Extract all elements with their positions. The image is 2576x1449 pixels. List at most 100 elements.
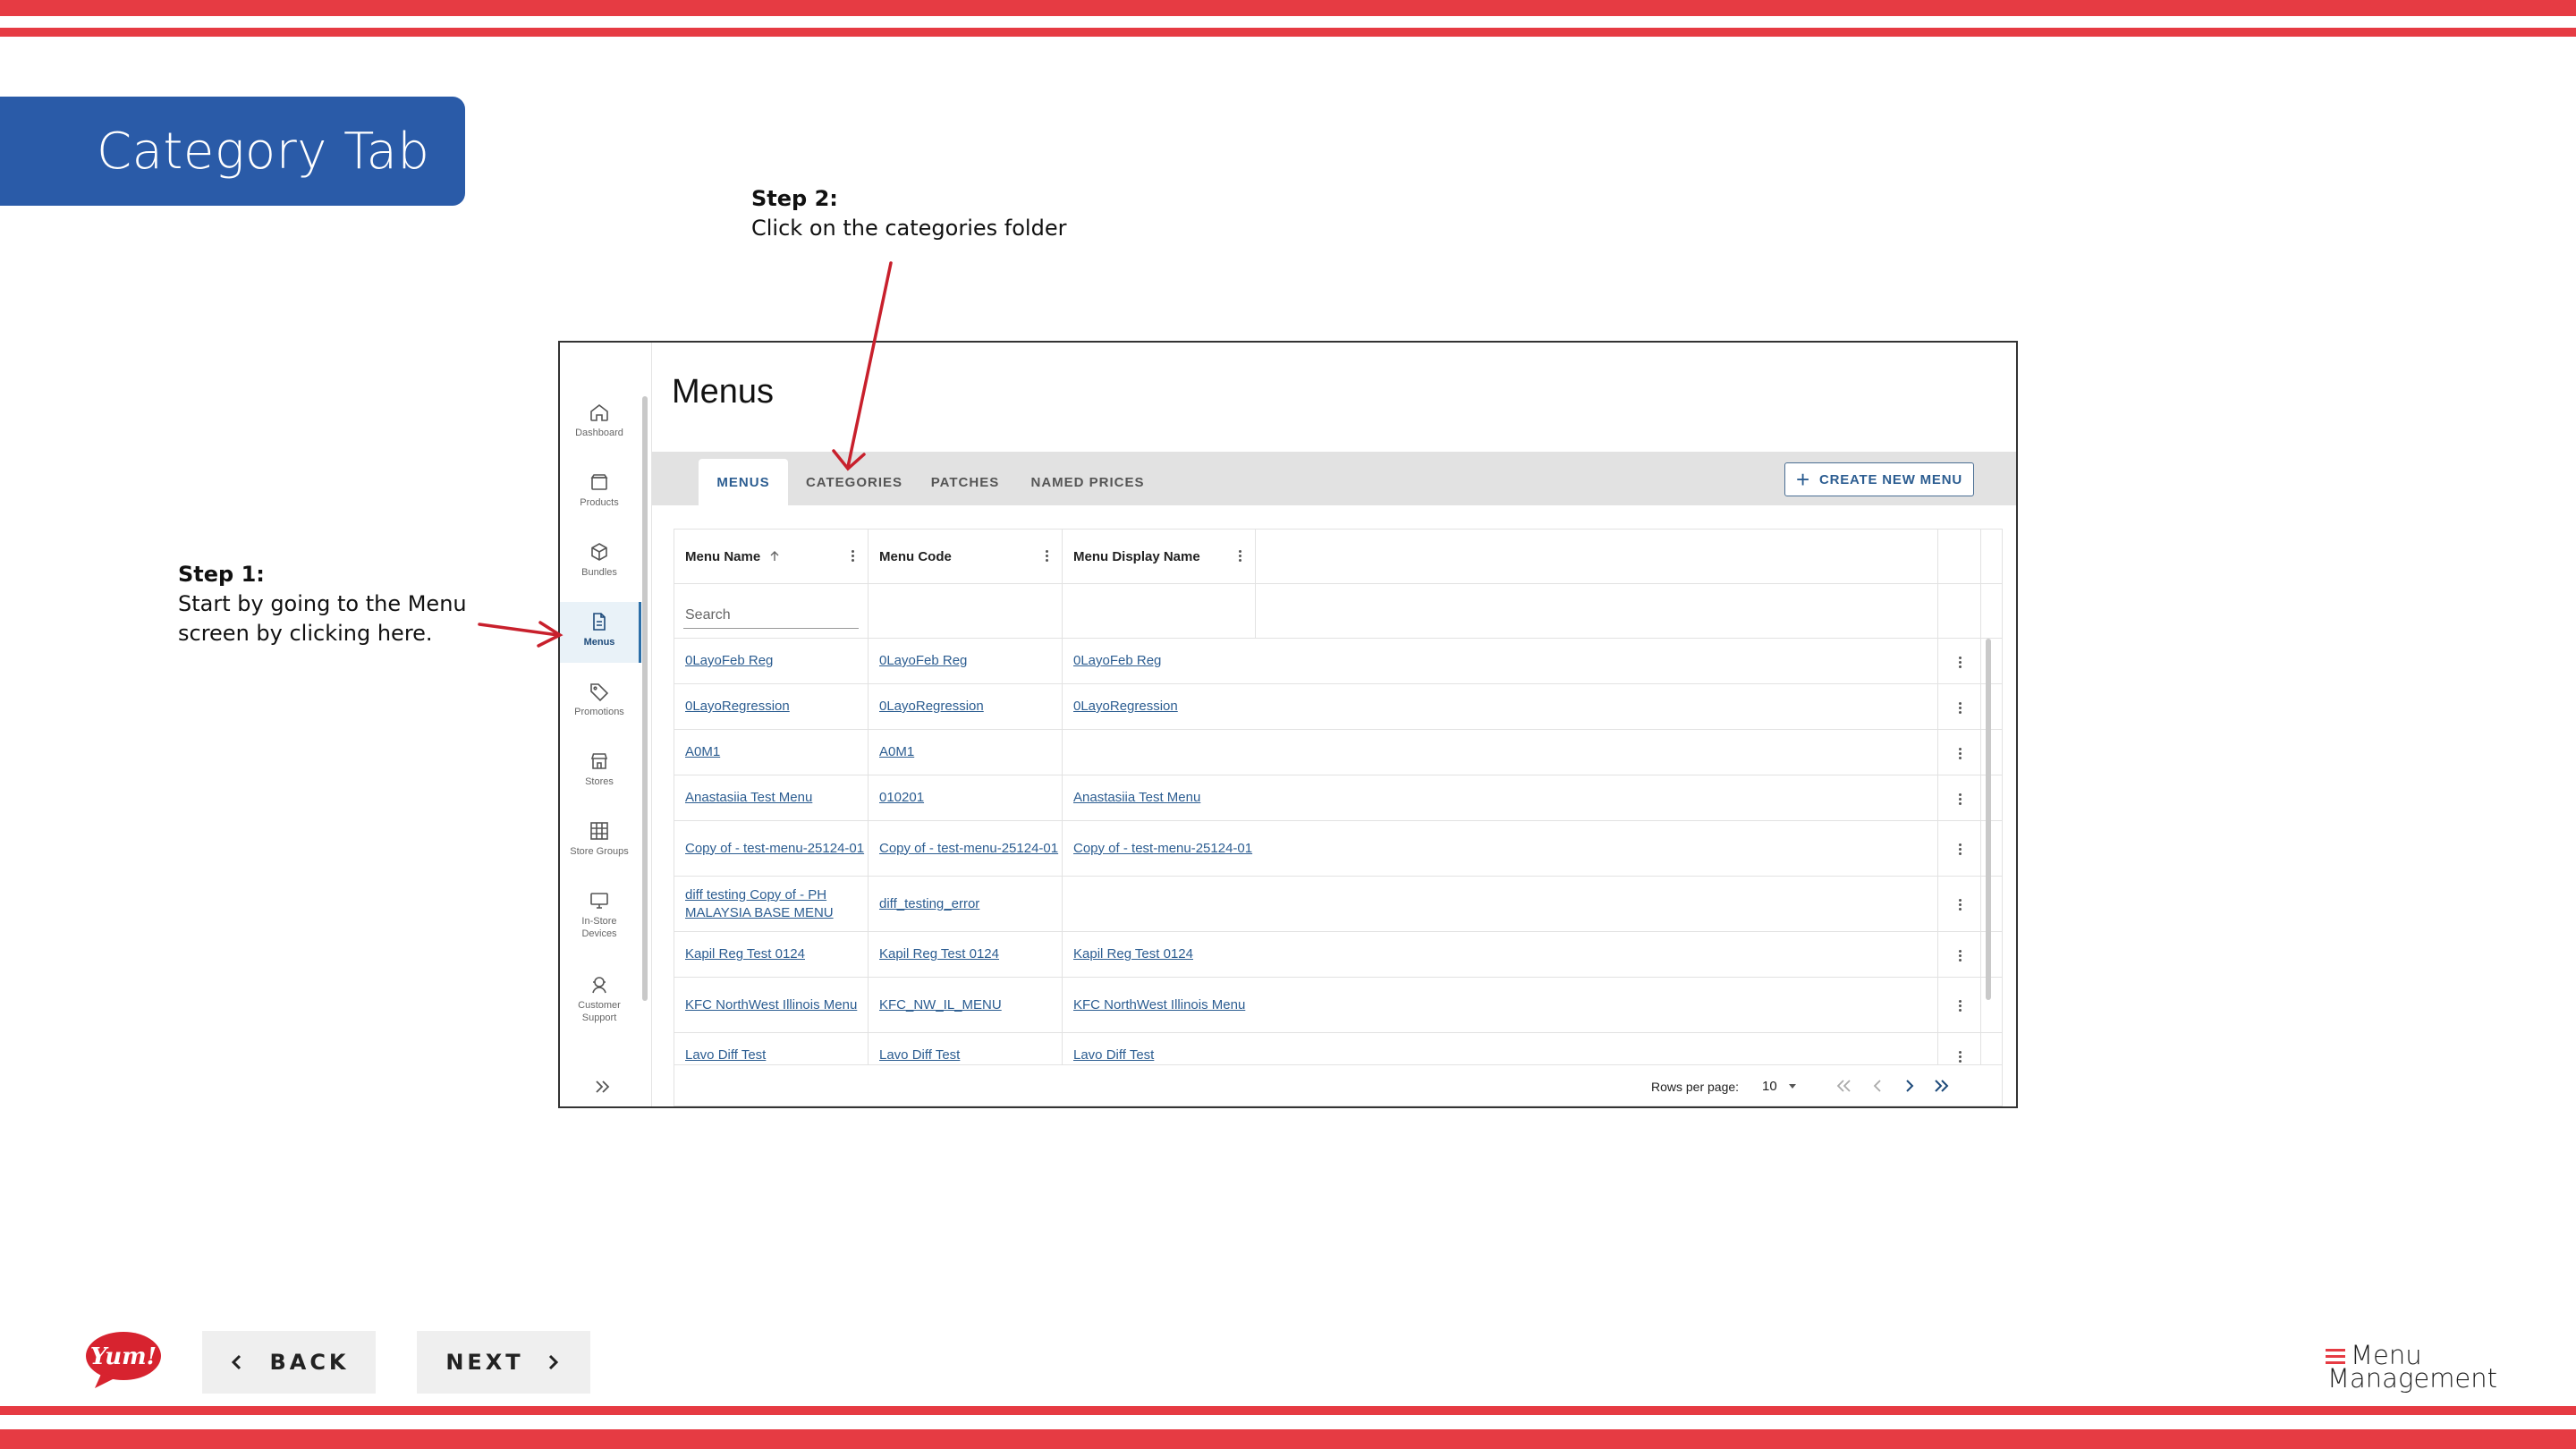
expand-sidebar-icon[interactable] (592, 1078, 614, 1096)
row-actions-icon[interactable] (1959, 700, 1962, 716)
box-icon (590, 474, 608, 490)
menu-name-cell[interactable]: Anastasiia Test Menu (674, 775, 868, 820)
table-row[interactable]: diff testing Copy of - PH MALAYSIA BASE … (674, 877, 2002, 932)
menu-name-cell[interactable]: A0M1 (674, 730, 868, 775)
create-new-menu-button[interactable]: + CREATE NEW MENU (1784, 462, 1974, 496)
rows-per-page-value: 10 (1762, 1079, 1777, 1094)
next-label: NEXT (445, 1350, 524, 1375)
menu-management-line2: Management (2327, 1363, 2498, 1394)
tab-named-prices[interactable]: NAMED PRICES (1022, 459, 1153, 505)
menu-name-cell[interactable]: diff testing Copy of - PH MALAYSIA BASE … (674, 877, 868, 931)
menu-code-cell[interactable]: A0M1 (869, 730, 1062, 775)
menu-display-name-cell[interactable]: Copy of - test-menu-25124-01 (1063, 821, 1255, 876)
menu-display-name-cell[interactable]: 0LayoFeb Reg (1063, 639, 1255, 683)
menu-display-name-cell[interactable]: KFC NorthWest Illinois Menu (1063, 978, 1255, 1032)
table-row[interactable]: Anastasiia Test Menu 010201 Anastasiia T… (674, 775, 2002, 821)
table-row[interactable]: KFC NorthWest Illinois Menu KFC_NW_IL_ME… (674, 978, 2002, 1033)
rows-per-page-select[interactable]: 10 (1762, 1079, 1797, 1094)
menu-display-name-cell[interactable] (1063, 730, 1255, 775)
table-row[interactable]: Kapil Reg Test 0124 Kapil Reg Test 0124 … (674, 932, 2002, 978)
page-title: Menus (672, 373, 775, 411)
monitor-icon (590, 893, 608, 909)
back-button[interactable]: BACK (202, 1331, 376, 1394)
menu-code-cell[interactable]: diff_testing_error (869, 877, 1062, 931)
column-menu-icon[interactable] (1046, 548, 1049, 564)
caret-down-icon (1788, 1084, 1796, 1089)
table-row[interactable]: 0LayoFeb Reg 0LayoFeb Reg 0LayoFeb Reg (674, 639, 2002, 684)
sidebar-item-customer-support[interactable]: Customer Support (560, 965, 639, 1038)
row-actions-icon[interactable] (1959, 998, 1962, 1013)
sidebar-item-store-groups[interactable]: Store Groups (560, 811, 639, 872)
menu-name-cell[interactable]: KFC NorthWest Illinois Menu (674, 978, 868, 1032)
row-actions-icon[interactable] (1959, 897, 1962, 912)
sidebar-item-menus[interactable]: Menus (560, 602, 641, 663)
slide-title: Category Tab (0, 97, 465, 206)
next-page-icon[interactable] (1898, 1074, 1921, 1097)
menu-code-cell[interactable]: Copy of - test-menu-25124-01 (869, 821, 1062, 876)
app-screenshot: Dashboard Products Bundles Menus Promoti… (558, 341, 2018, 1108)
menu-code-cell[interactable]: Kapil Reg Test 0124 (869, 932, 1062, 977)
row-actions-icon[interactable] (1959, 792, 1962, 807)
table-row[interactable]: A0M1 A0M1 (674, 730, 2002, 775)
bottom-stripe-thick (0, 1429, 2576, 1449)
column-menu-icon[interactable] (1239, 548, 1242, 564)
sidebar-item-label: Promotions (574, 707, 624, 717)
next-button[interactable]: NEXT (417, 1331, 590, 1394)
rows-per-page-label: Rows per page: (1651, 1080, 1740, 1094)
yum-logo: Yum! (86, 1332, 161, 1388)
menu-display-name-cell[interactable] (1063, 877, 1255, 931)
previous-page-icon[interactable] (1866, 1074, 1889, 1097)
sort-ascending-icon[interactable] (767, 549, 782, 564)
menu-name-cell[interactable]: Copy of - test-menu-25124-01 (674, 821, 868, 876)
sidebar-item-stores[interactable]: Stores (560, 741, 639, 802)
menu-code-cell[interactable]: 010201 (869, 775, 1062, 820)
tab-categories[interactable]: CATEGORIES (797, 459, 911, 505)
sidebar-item-bundles[interactable]: Bundles (560, 532, 639, 593)
sidebar-item-label: In-Store Devices (581, 916, 617, 939)
top-stripe-thin (0, 28, 2576, 37)
menu-code-cell[interactable]: 0LayoFeb Reg (869, 639, 1062, 683)
sidebar-item-dashboard[interactable]: Dashboard (560, 393, 639, 453)
tab-patches[interactable]: PATCHES (920, 459, 1010, 505)
sidebar-item-in-store-devices[interactable]: In-Store Devices (560, 881, 639, 954)
table-scrollbar[interactable] (1986, 639, 1991, 1000)
document-icon (593, 613, 606, 631)
menu-display-name-cell[interactable]: 0LayoRegression (1063, 684, 1255, 729)
step1-heading: Step 1: (178, 562, 265, 587)
menu-display-name-cell[interactable]: Kapil Reg Test 0124 (1063, 932, 1255, 977)
row-actions-icon[interactable] (1959, 746, 1962, 761)
row-actions-icon[interactable] (1959, 948, 1962, 963)
sidebar-item-products[interactable]: Products (560, 462, 639, 523)
back-label: BACK (269, 1350, 350, 1375)
row-actions-icon[interactable] (1959, 1049, 1962, 1064)
column-menu-icon[interactable] (852, 548, 855, 564)
menu-code-cell[interactable]: KFC_NW_IL_MENU (869, 978, 1062, 1032)
tab-menus[interactable]: MENUS (699, 459, 788, 505)
menu-name-cell[interactable]: 0LayoFeb Reg (674, 639, 868, 683)
chevron-left-icon (232, 1354, 242, 1370)
column-header-menu-name[interactable]: Menu Name (674, 530, 868, 583)
first-page-icon[interactable] (1832, 1074, 1855, 1097)
menu-code-cell[interactable]: 0LayoRegression (869, 684, 1062, 729)
sidebar-scrollbar[interactable] (642, 396, 648, 1001)
menu-name-cell[interactable]: 0LayoRegression (674, 684, 868, 729)
table-row[interactable]: Copy of - test-menu-25124-01 Copy of - t… (674, 821, 2002, 877)
sidebar-item-label: Stores (585, 776, 614, 787)
menus-table: Menu Name Menu Code Menu Display Name 0L… (674, 529, 2003, 1106)
menu-name-cell[interactable]: Kapil Reg Test 0124 (674, 932, 868, 977)
table-row[interactable]: 0LayoRegression 0LayoRegression 0LayoReg… (674, 684, 2002, 730)
top-stripe-thick (0, 0, 2576, 16)
row-actions-icon[interactable] (1959, 655, 1962, 670)
sidebar-item-promotions[interactable]: Promotions (560, 672, 639, 733)
menu-display-name-cell[interactable]: Anastasiia Test Menu (1063, 775, 1255, 820)
plus-icon: + (1795, 466, 1810, 493)
bottom-stripe-thin (0, 1406, 2576, 1415)
menu-management-text: Menu Management (2327, 1343, 2498, 1394)
support-icon (592, 977, 606, 994)
menu-name-search-input[interactable] (683, 602, 859, 629)
column-header-menu-display-name[interactable]: Menu Display Name (1063, 530, 1255, 583)
row-actions-icon[interactable] (1959, 842, 1962, 857)
column-header-menu-code[interactable]: Menu Code (869, 530, 1062, 583)
grid-icon (590, 822, 608, 840)
last-page-icon[interactable] (1930, 1074, 1953, 1097)
